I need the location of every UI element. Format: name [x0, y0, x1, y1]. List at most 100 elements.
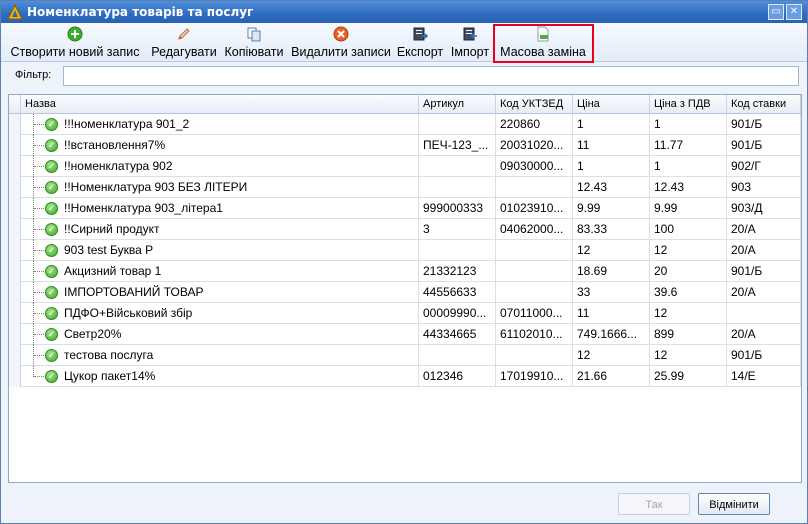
- price-vat-cell: 12: [650, 303, 727, 324]
- rate-cell: 901/Б: [727, 261, 801, 282]
- rate-cell: 903/Д: [727, 198, 801, 219]
- header-selector: [9, 95, 21, 113]
- tree-branch: [34, 145, 44, 147]
- copy-button[interactable]: Копіювати: [221, 26, 287, 60]
- row-selector[interactable]: [9, 240, 21, 261]
- item-name: !!!номенклатура 901_2: [64, 117, 190, 131]
- column-header-rate-code[interactable]: Код ставки: [727, 95, 801, 113]
- row-selector[interactable]: [9, 177, 21, 198]
- item-name: Светр20%: [64, 327, 122, 341]
- table-row[interactable]: ✓ 903 test Буква Р 12 12 20/А: [9, 240, 801, 261]
- article-cell: [419, 345, 496, 366]
- article-cell: [419, 114, 496, 135]
- article-cell: [419, 177, 496, 198]
- column-header-price-vat[interactable]: Ціна з ПДВ: [650, 95, 727, 113]
- code-cell: 61102010...: [496, 324, 573, 345]
- code-cell: 17019910...: [496, 366, 573, 387]
- import-icon: [463, 27, 477, 41]
- table-row[interactable]: ✓ Акцизний товар 1 21332123 18.69 20 901/Б: [9, 261, 801, 282]
- close-icon: ✕: [789, 6, 799, 17]
- edit-button[interactable]: Редагувати: [151, 26, 217, 60]
- price-vat-cell: 11.77: [650, 135, 727, 156]
- row-selector[interactable]: [9, 198, 21, 219]
- table-row[interactable]: ✓ !!Сирний продукт 3 04062000... 83.33 100 20/…: [9, 219, 801, 240]
- table-row[interactable]: ✓ !!Номенклатура 903 БЕЗ ЛІТЕРИ 12.43 12.43…: [9, 177, 801, 198]
- close-button[interactable]: ✕: [786, 4, 802, 20]
- price-vat-cell: 20: [650, 261, 727, 282]
- add-icon: [67, 26, 83, 42]
- row-selector[interactable]: [9, 324, 21, 345]
- create-new-record-button[interactable]: Створити новий запис: [5, 26, 145, 60]
- price-vat-cell: 39.6: [650, 282, 727, 303]
- name-cell: ✓ Цукор пакет14%: [21, 366, 419, 387]
- row-selector[interactable]: [9, 219, 21, 240]
- row-selector[interactable]: [9, 156, 21, 177]
- price-cell: 1: [573, 114, 650, 135]
- check-circle-icon: ✓: [45, 118, 58, 131]
- table-row[interactable]: ✓ !!номенклатура 902 09030000... 1 1 902/Г: [9, 156, 801, 177]
- table-row[interactable]: ✓ ПДФО+Військовий збір 00009990... 07011000…: [9, 303, 801, 324]
- check-circle-icon: ✓: [45, 349, 58, 362]
- row-selector[interactable]: [9, 303, 21, 324]
- name-cell: ✓ Светр20%: [21, 324, 419, 345]
- delete-records-button[interactable]: Видалити записи: [291, 26, 391, 60]
- tree-branch: [34, 334, 44, 336]
- ok-button[interactable]: Так: [618, 493, 690, 515]
- import-button[interactable]: Імпорт: [449, 26, 491, 60]
- rate-cell: 901/Б: [727, 345, 801, 366]
- name-cell: ✓ !!Сирний продукт: [21, 219, 419, 240]
- restore-button[interactable]: ▭: [768, 4, 784, 20]
- column-header-price[interactable]: Ціна: [573, 95, 650, 113]
- row-selector[interactable]: [9, 282, 21, 303]
- row-selector[interactable]: [9, 345, 21, 366]
- column-header-article[interactable]: Артикул: [419, 95, 496, 113]
- edit-label: Редагувати: [151, 45, 217, 59]
- import-label: Імпорт: [450, 45, 490, 59]
- rate-cell: 902/Г: [727, 156, 801, 177]
- tree-branch: [34, 376, 44, 378]
- check-circle-icon: ✓: [45, 202, 58, 215]
- copy-label: Копіювати: [224, 45, 284, 59]
- row-selector[interactable]: [9, 366, 21, 387]
- check-circle-icon: ✓: [45, 286, 58, 299]
- table-row[interactable]: ✓ Светр20% 44334665 61102010... 749.1666... 8…: [9, 324, 801, 345]
- table-row[interactable]: ✓ !!Номенклатура 903_літера1 999000333 0102…: [9, 198, 801, 219]
- table-row[interactable]: ✓ Цукор пакет14% 012346 17019910... 21.66 25.…: [9, 366, 801, 387]
- export-button[interactable]: Експорт: [395, 26, 445, 60]
- check-circle-icon: ✓: [45, 307, 58, 320]
- column-header-uktzed-code[interactable]: Код УКТЗЕД: [496, 95, 573, 113]
- row-selector[interactable]: [9, 261, 21, 282]
- footer: Так Відмінити: [1, 485, 807, 523]
- tree-branch: [34, 250, 44, 252]
- filter-row: Фільтр:: [1, 63, 807, 91]
- check-circle-icon: ✓: [45, 160, 58, 173]
- table-row[interactable]: ✓ !!!номенклатура 901_2 220860 1 1 901/Б: [9, 114, 801, 135]
- rate-cell: 14/Е: [727, 366, 801, 387]
- name-cell: ✓ !!встановлення7%: [21, 135, 419, 156]
- name-cell: ✓ !!!номенклатура 901_2: [21, 114, 419, 135]
- row-selector[interactable]: [9, 135, 21, 156]
- bulk-replace-highlight: [493, 24, 594, 63]
- item-name: Цукор пакет14%: [64, 369, 156, 383]
- code-cell: [496, 345, 573, 366]
- price-cell: 11: [573, 135, 650, 156]
- tree-branch: [34, 124, 44, 126]
- row-selector[interactable]: [9, 114, 21, 135]
- filter-input[interactable]: [63, 66, 799, 86]
- article-cell: [419, 240, 496, 261]
- rate-cell: 20/А: [727, 324, 801, 345]
- table-row[interactable]: ✓ !!встановлення7% ПЕЧ-123_... 20031020... 1…: [9, 135, 801, 156]
- table-row[interactable]: ✓ тестова послуга 12 12 901/Б: [9, 345, 801, 366]
- article-cell: ПЕЧ-123_...: [419, 135, 496, 156]
- table-row[interactable]: ✓ ІМПОРТОВАНИЙ ТОВАР 44556633 33 39.6 20/А: [9, 282, 801, 303]
- code-cell: 01023910...: [496, 198, 573, 219]
- tree-branch: [34, 166, 44, 168]
- name-cell: ✓ !!Номенклатура 903_літера1: [21, 198, 419, 219]
- price-vat-cell: 1: [650, 114, 727, 135]
- tree-branch: [34, 271, 44, 273]
- cancel-button[interactable]: Відмінити: [698, 493, 770, 515]
- column-header-name[interactable]: Назва: [21, 95, 419, 113]
- tree-branch: [34, 313, 44, 315]
- code-cell: 07011000...: [496, 303, 573, 324]
- article-cell: 21332123: [419, 261, 496, 282]
